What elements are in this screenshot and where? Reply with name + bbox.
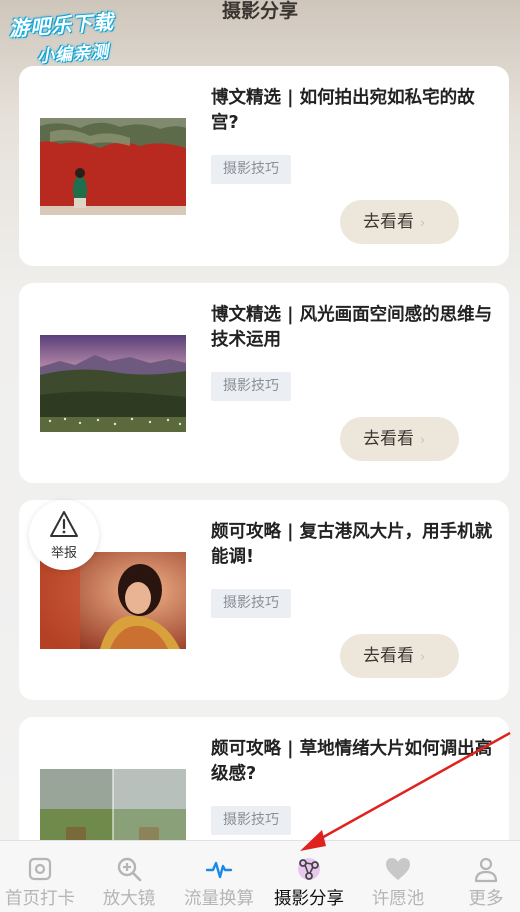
person-icon: [474, 857, 498, 883]
chevron-right-icon: ›: [420, 433, 426, 448]
share-nodes-icon: [298, 858, 320, 880]
report-button[interactable]: 举报: [29, 500, 99, 570]
camera-frame-icon: [28, 857, 52, 881]
tab-wish-pool[interactable]: 许愿池: [360, 841, 436, 912]
tab-label: 放大镜: [102, 889, 156, 909]
view-article-button[interactable]: 去看看 ›: [340, 417, 459, 461]
chevron-right-icon: ›: [420, 216, 426, 231]
tab-data-convert[interactable]: 流量换算: [176, 841, 262, 912]
article-thumbnail[interactable]: [40, 118, 186, 215]
tab-label: 摄影分享: [274, 889, 344, 909]
chevron-right-icon: ›: [420, 650, 426, 665]
tab-photo-share[interactable]: 摄影分享: [266, 841, 352, 912]
tab-label: 流量换算: [184, 889, 254, 909]
article-tag: 摄影技巧: [211, 806, 291, 835]
view-button-label: 去看看: [363, 212, 414, 232]
view-button-label: 去看看: [363, 646, 414, 666]
waveform-icon: [205, 861, 233, 879]
tab-checkin[interactable]: 首页打卡: [0, 841, 80, 912]
article-tag: 摄影技巧: [211, 372, 291, 401]
article-tag: 摄影技巧: [211, 155, 291, 184]
view-article-button[interactable]: 去看看 ›: [340, 634, 459, 678]
view-article-button[interactable]: 去看看 ›: [340, 200, 459, 244]
article-tag: 摄影技巧: [211, 589, 291, 618]
watermark-line2: 小编亲测: [36, 42, 110, 68]
tab-more[interactable]: 更多: [452, 841, 520, 912]
article-thumbnail[interactable]: [40, 335, 186, 432]
warning-icon: [50, 511, 78, 537]
heart-icon: [386, 858, 410, 880]
view-button-label: 去看看: [363, 429, 414, 449]
article-card[interactable]: 博文精选 | 如何拍出宛如私宅的故宫? 摄影技巧 去看看 ›: [19, 66, 509, 266]
article-title[interactable]: 颇可攻略 | 复古港风大片，用手机就能调!: [211, 520, 493, 570]
bottom-tab-bar: 首页打卡 放大镜 流量换算 摄影分享 许愿池 更多: [0, 840, 520, 912]
tab-label: 许愿池: [371, 889, 425, 909]
article-title[interactable]: 颇可攻略 | 草地情绪大片如何调出高级感?: [211, 737, 493, 787]
tab-magnifier[interactable]: 放大镜: [88, 841, 170, 912]
article-title[interactable]: 博文精选 | 如何拍出宛如私宅的故宫?: [211, 86, 493, 136]
report-label: 举报: [50, 546, 77, 561]
article-title[interactable]: 博文精选 | 风光画面空间感的思维与技术运用: [211, 303, 493, 353]
magnifier-plus-icon: [117, 857, 142, 882]
tab-label: 更多: [468, 889, 504, 909]
watermark-logo: 游吧乐下载 小编亲测: [8, 3, 152, 73]
article-card[interactable]: 博文精选 | 风光画面空间感的思维与技术运用 摄影技巧 去看看 ›: [19, 283, 509, 483]
tab-label: 首页打卡: [5, 889, 75, 909]
